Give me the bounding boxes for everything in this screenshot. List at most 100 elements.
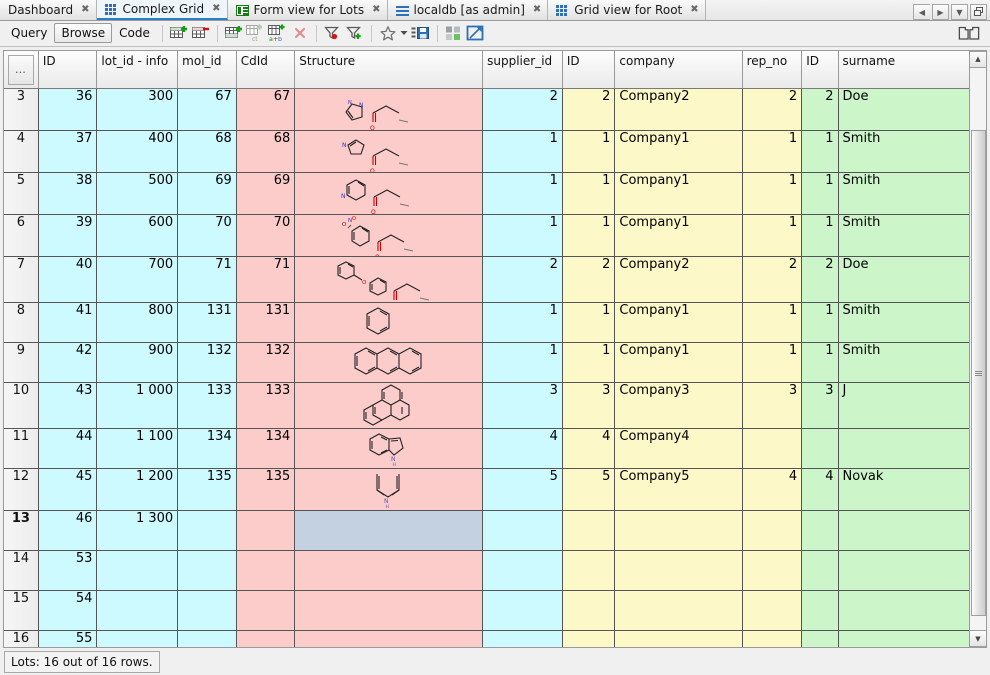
table-row[interactable]: 1655 bbox=[4, 631, 969, 647]
close-icon[interactable]: ✖ bbox=[533, 5, 541, 15]
cell-id[interactable]: 43 bbox=[38, 383, 97, 429]
cell-lot_info[interactable] bbox=[97, 591, 178, 631]
cell-supplier_id[interactable]: 5 bbox=[483, 469, 563, 511]
cell-company[interactable]: Company5 bbox=[615, 469, 742, 511]
mode-browse-button[interactable]: Browse bbox=[54, 23, 112, 43]
cell-lot_info[interactable]: 400 bbox=[97, 131, 178, 173]
column-header-rep-no[interactable]: rep_no bbox=[742, 51, 802, 89]
cell-supplier_id[interactable]: 2 bbox=[483, 89, 563, 131]
cell-mol_id[interactable]: 132 bbox=[178, 343, 237, 383]
cell-structure[interactable] bbox=[295, 591, 483, 631]
cell-lot_info[interactable] bbox=[97, 631, 178, 647]
cell-mol_id[interactable]: 69 bbox=[178, 173, 237, 215]
cell-id[interactable]: 54 bbox=[38, 591, 97, 631]
cell-id2[interactable] bbox=[562, 591, 615, 631]
row-header-10[interactable]: 10 bbox=[4, 383, 38, 429]
table-row[interactable]: 3363006767NNO22Company222Doe bbox=[4, 89, 969, 131]
cell-id3[interactable] bbox=[802, 631, 838, 647]
cell-company[interactable]: Company1 bbox=[615, 215, 742, 257]
cell-id3[interactable] bbox=[802, 551, 838, 591]
cell-cdid[interactable] bbox=[236, 591, 295, 631]
cell-lot_info[interactable]: 700 bbox=[97, 257, 178, 303]
cell-id[interactable]: 38 bbox=[38, 173, 97, 215]
cell-surname[interactable]: Doe bbox=[838, 257, 969, 303]
cell-rep_no[interactable] bbox=[742, 591, 802, 631]
cell-supplier_id[interactable] bbox=[483, 631, 563, 647]
add-filter-button[interactable] bbox=[344, 23, 366, 44]
column-header-company[interactable]: company bbox=[615, 51, 742, 89]
row-header-12[interactable]: 12 bbox=[4, 469, 38, 511]
cancel-edit-button[interactable] bbox=[289, 23, 311, 44]
table-row[interactable]: 4374006868NO11Company111Smith bbox=[4, 131, 969, 173]
cell-id[interactable]: 46 bbox=[38, 511, 97, 551]
open-external-button[interactable] bbox=[465, 23, 487, 44]
cell-rep_no[interactable]: 2 bbox=[742, 257, 802, 303]
row-header-3[interactable]: 3 bbox=[4, 89, 38, 131]
cell-structure[interactable] bbox=[295, 383, 483, 429]
cell-mol_id[interactable]: 135 bbox=[178, 469, 237, 511]
cell-lot_info[interactable]: 900 bbox=[97, 343, 178, 383]
row-header-9[interactable]: 9 bbox=[4, 343, 38, 383]
cell-rep_no[interactable] bbox=[742, 551, 802, 591]
table-row[interactable]: 94290013213211Company111Smith bbox=[4, 343, 969, 383]
cell-lot_info[interactable]: 1 000 bbox=[97, 383, 178, 429]
scrollbar-track[interactable] bbox=[970, 68, 987, 630]
cell-mol_id[interactable]: 134 bbox=[178, 429, 237, 469]
cell-company[interactable]: Company2 bbox=[615, 257, 742, 303]
cell-lot_info[interactable]: 1 200 bbox=[97, 469, 178, 511]
cell-id2[interactable]: 1 bbox=[562, 343, 615, 383]
cell-mol_id[interactable]: 71 bbox=[178, 257, 237, 303]
cell-company[interactable] bbox=[615, 631, 742, 647]
table-row[interactable]: 10431 00013313333Company333J bbox=[4, 383, 969, 429]
cell-id2[interactable]: 1 bbox=[562, 131, 615, 173]
cell-company[interactable]: Company3 bbox=[615, 383, 742, 429]
table-row[interactable]: 1453 bbox=[4, 551, 969, 591]
book-view-button[interactable] bbox=[958, 23, 980, 44]
cell-surname[interactable] bbox=[838, 429, 969, 469]
cell-supplier_id[interactable]: 1 bbox=[483, 131, 563, 173]
cell-surname[interactable] bbox=[838, 551, 969, 591]
column-header-structure[interactable]: Structure bbox=[295, 51, 483, 89]
cell-lot_info[interactable]: 1 100 bbox=[97, 429, 178, 469]
cell-company[interactable]: Company2 bbox=[615, 89, 742, 131]
cell-id3[interactable]: 4 bbox=[802, 469, 838, 511]
cell-id3[interactable] bbox=[802, 429, 838, 469]
row-header-11[interactable]: 11 bbox=[4, 429, 38, 469]
cell-cdid[interactable] bbox=[236, 551, 295, 591]
close-icon[interactable]: ✖ bbox=[690, 5, 698, 15]
cell-rep_no[interactable]: 1 bbox=[742, 215, 802, 257]
cell-mol_id[interactable] bbox=[178, 631, 237, 647]
cell-rep_no[interactable] bbox=[742, 511, 802, 551]
cell-structure[interactable] bbox=[295, 551, 483, 591]
favorites-dropdown-button[interactable] bbox=[399, 23, 410, 44]
save-layout-button[interactable] bbox=[410, 23, 432, 44]
cell-id2[interactable]: 1 bbox=[562, 303, 615, 343]
cell-id[interactable]: 40 bbox=[38, 257, 97, 303]
cell-cdid[interactable] bbox=[236, 511, 295, 551]
column-header-cdid[interactable]: CdId bbox=[236, 51, 295, 89]
cell-cdid[interactable] bbox=[236, 631, 295, 647]
column-header-surname[interactable]: surname bbox=[838, 51, 969, 89]
cell-id2[interactable] bbox=[562, 551, 615, 591]
column-header-id-3[interactable]: ID bbox=[802, 51, 838, 89]
row-header-16[interactable]: 16 bbox=[4, 631, 38, 647]
cell-surname[interactable]: Novak bbox=[838, 469, 969, 511]
cell-structure[interactable] bbox=[295, 303, 483, 343]
cell-mol_id[interactable] bbox=[178, 591, 237, 631]
row-header-8[interactable]: 8 bbox=[4, 303, 38, 343]
cell-structure[interactable] bbox=[295, 511, 483, 551]
cell-id[interactable]: 42 bbox=[38, 343, 97, 383]
cell-lot_info[interactable] bbox=[97, 551, 178, 591]
cell-surname[interactable]: Smith bbox=[838, 303, 969, 343]
cell-company[interactable]: Company1 bbox=[615, 303, 742, 343]
cell-structure[interactable]: NH bbox=[295, 429, 483, 469]
cell-id3[interactable]: 2 bbox=[802, 257, 838, 303]
scroll-tabs-left-button[interactable]: ◀ bbox=[913, 4, 930, 20]
cell-supplier_id[interactable]: 1 bbox=[483, 215, 563, 257]
cell-id2[interactable]: 2 bbox=[562, 89, 615, 131]
cell-structure[interactable]: NO bbox=[295, 131, 483, 173]
cell-rep_no[interactable]: 2 bbox=[742, 89, 802, 131]
scrollbar-thumb[interactable] bbox=[971, 130, 986, 616]
cell-lot_info[interactable]: 500 bbox=[97, 173, 178, 215]
cell-structure[interactable]: NNO bbox=[295, 89, 483, 131]
